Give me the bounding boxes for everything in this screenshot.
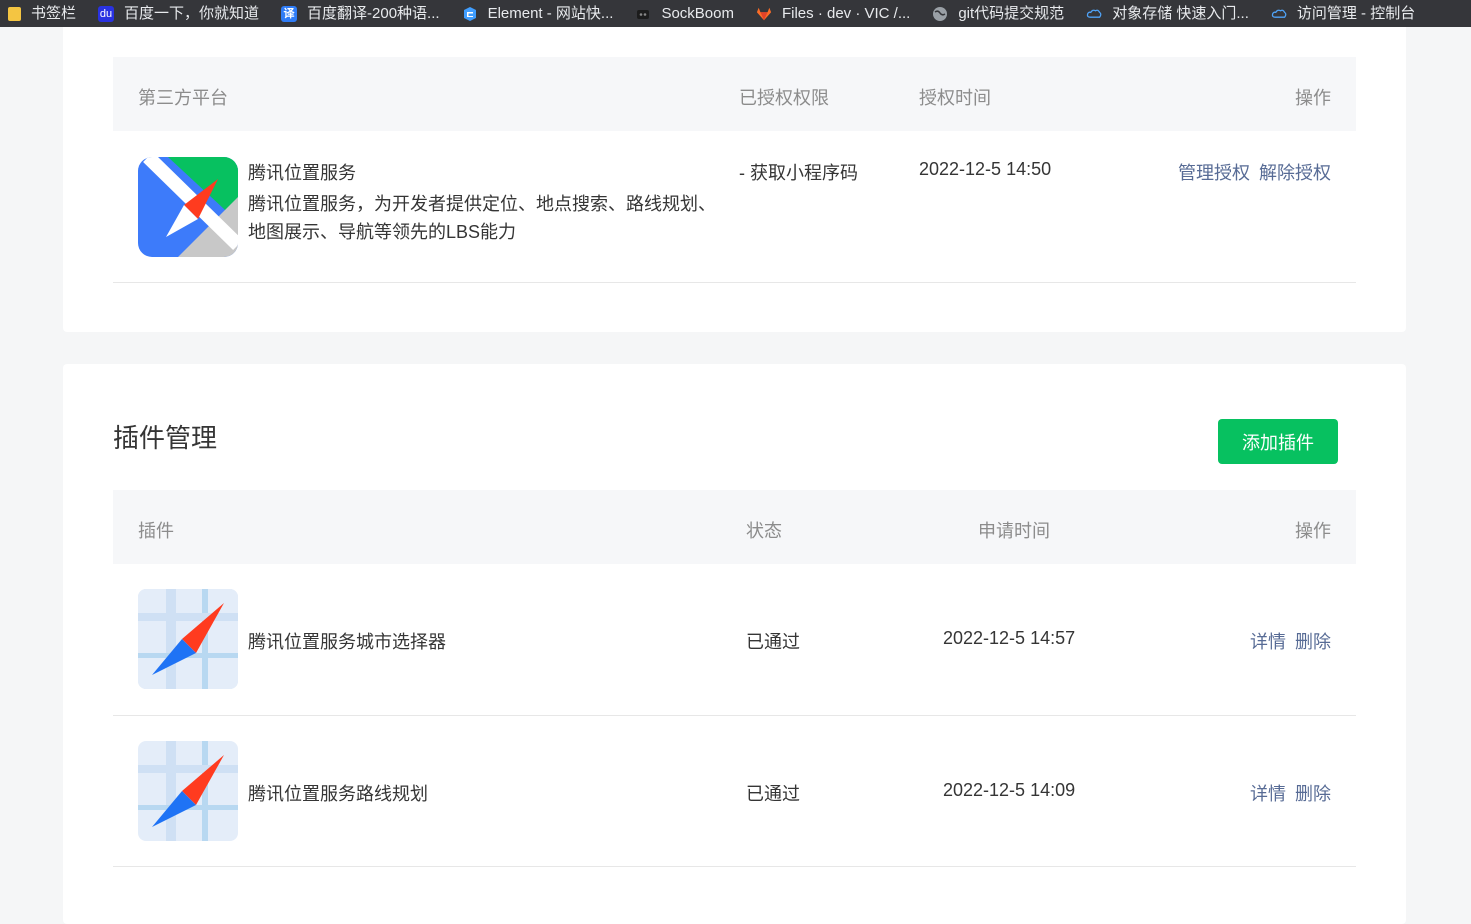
cloud-icon (1271, 6, 1287, 22)
bookmark-git-guide[interactable]: git代码提交规范 (932, 6, 1064, 22)
bookmark-label: SockBoom (661, 4, 734, 22)
page-title: 插件管理 (113, 423, 218, 453)
bookmarks-bar: 书签栏 du 百度一下，你就知道 译 百度翻译-200种语... Element… (0, 0, 1471, 27)
globe-icon (932, 6, 948, 22)
folder-icon (8, 6, 21, 21)
plugin-name: 腾讯位置服务路线规划 (248, 784, 428, 804)
authorization-table: 第三方平台 已授权权限 授权时间 操作 腾讯位置服务 腾讯位置服务，为开发者提供… (113, 57, 1356, 283)
sockboom-icon (635, 6, 651, 22)
tencent-location-logo-icon (138, 157, 238, 257)
add-plugin-button[interactable]: 添加插件 (1218, 419, 1338, 464)
baidu-icon: du (98, 5, 115, 22)
translate-icon: 译 (281, 5, 298, 22)
granted-permission: - 获取小程序码 (739, 163, 858, 183)
bookmark-baidu[interactable]: du 百度一下，你就知道 (98, 4, 260, 22)
header-platform: 第三方平台 (138, 88, 228, 108)
bookmark-label: 对象存储 快速入门... (1112, 4, 1249, 22)
plugin-table: 插件 状态 申请时间 操作 腾讯位置服务城市选择器 已通过 2022-12-5 … (113, 490, 1356, 867)
plugin-name: 腾讯位置服务城市选择器 (248, 632, 446, 652)
plugin-delete-link[interactable]: 删除 (1295, 632, 1331, 652)
header-apply-time: 申请时间 (978, 521, 1050, 541)
header-permissions: 已授权权限 (739, 88, 829, 108)
revoke-authorization-link[interactable]: 解除授权 (1259, 163, 1331, 183)
plugin-table-header: 插件 状态 申请时间 操作 (113, 490, 1356, 564)
table-row: 腾讯位置服务城市选择器 已通过 2022-12-5 14:57 详情 删除 (113, 564, 1356, 716)
element-icon (462, 6, 478, 22)
authorization-card: 第三方平台 已授权权限 授权时间 操作 腾讯位置服务 腾讯位置服务，为开发者提供… (63, 27, 1406, 332)
plugin-detail-link[interactable]: 详情 (1250, 784, 1286, 804)
plugin-apply-time: 2022-12-5 14:57 (943, 628, 1076, 648)
compass-plugin-icon (138, 741, 238, 841)
plugin-status: 已通过 (746, 784, 800, 804)
platform-name: 腾讯位置服务 (248, 163, 356, 183)
compass-plugin-icon (138, 589, 238, 689)
bookmark-label: git代码提交规范 (958, 4, 1065, 22)
bookmark-label: Element - 网站快... (487, 4, 614, 22)
bookmark-element[interactable]: Element - 网站快... (462, 4, 614, 22)
bookmark-label: 百度一下，你就知道 (124, 4, 260, 22)
bookmark-gitlab[interactable]: Files · dev · VIC /... (756, 6, 910, 22)
bookmark-label: Files · dev · VIC /... (781, 4, 911, 22)
bookmark-baidu-translate[interactable]: 译 百度翻译-200种语... (281, 4, 440, 22)
bookmark-sockboom[interactable]: SockBoom (635, 6, 734, 22)
header-auth-time: 授权时间 (919, 88, 991, 108)
bookmark-label: 访问管理 - 控制台 (1296, 4, 1416, 22)
row-actions: 详情 删除 (1250, 628, 1331, 654)
header-plugin: 插件 (138, 521, 174, 541)
bookmark-cam-console[interactable]: 访问管理 - 控制台 (1271, 6, 1415, 22)
plugin-detail-link[interactable]: 详情 (1250, 632, 1286, 652)
row-actions: 详情 删除 (1250, 780, 1331, 806)
row-actions: 管理授权 解除授权 (1178, 159, 1331, 185)
gitlab-icon (756, 6, 772, 22)
header-actions: 操作 (1295, 521, 1331, 541)
header-status: 状态 (746, 521, 782, 541)
authorization-table-header: 第三方平台 已授权权限 授权时间 操作 (113, 57, 1356, 131)
plugin-management-card: 插件管理 添加插件 插件 状态 申请时间 操作 腾讯位置服务城市选择器 已通过 … (63, 364, 1406, 924)
plugin-status: 已通过 (746, 632, 800, 652)
bookmark-label: 书签栏 (31, 4, 77, 22)
table-row: 腾讯位置服务路线规划 已通过 2022-12-5 14:09 详情 删除 (113, 716, 1356, 867)
plugin-delete-link[interactable]: 删除 (1295, 784, 1331, 804)
platform-description: 腾讯位置服务，为开发者提供定位、地点搜索、路线规划、地图展示、导航等领先的LBS… (248, 194, 716, 242)
header-actions: 操作 (1295, 88, 1331, 108)
bookmark-cos-guide[interactable]: 对象存储 快速入门... (1086, 6, 1249, 22)
bookmark-bookmarks-folder[interactable]: 书签栏 (8, 4, 77, 22)
manage-authorization-link[interactable]: 管理授权 (1178, 163, 1250, 183)
plugin-apply-time: 2022-12-5 14:09 (943, 780, 1076, 800)
table-row: 腾讯位置服务 腾讯位置服务，为开发者提供定位、地点搜索、路线规划、地图展示、导航… (113, 131, 1356, 283)
cloud-icon (1086, 6, 1102, 22)
bookmark-label: 百度翻译-200种语... (307, 4, 440, 22)
auth-time: 2022-12-5 14:50 (919, 159, 1052, 179)
